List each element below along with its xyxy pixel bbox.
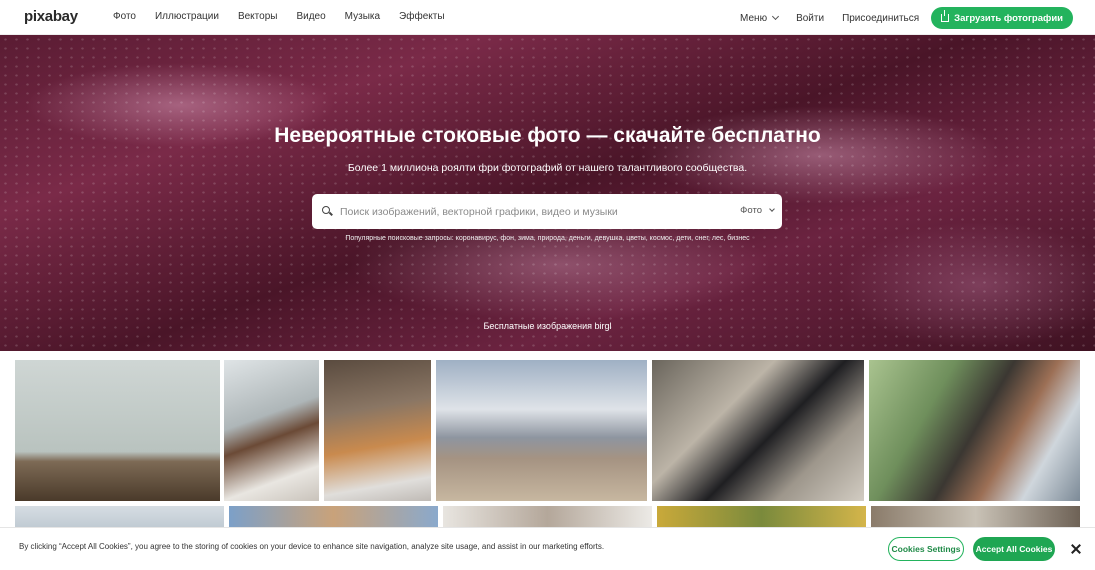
hero-title: Невероятные стоковые фото — скачайте бес…	[274, 124, 821, 147]
hero-subtitle: Более 1 миллиона роялти фри фотографий о…	[347, 162, 748, 174]
nav-video[interactable]: Видео	[296, 11, 325, 22]
search-bar: Фото	[312, 194, 782, 229]
hero-banner: Невероятные стоковые фото — скачайте бес…	[0, 35, 1095, 351]
nav-illustrations[interactable]: Иллюстрации	[155, 11, 219, 22]
account-nav: Меню Войти Присоединиться Загрузить фото…	[722, 7, 1073, 29]
image-credit[interactable]: Бесплатные изображения birgl	[0, 321, 1095, 331]
main-nav: Фото Иллюстрации Векторы Видео Музыка Эф…	[113, 11, 464, 22]
gallery-image-house[interactable]	[436, 360, 647, 501]
upload-icon	[941, 10, 950, 22]
cookies-settings-button[interactable]: Cookies Settings	[888, 537, 964, 561]
gallery-image-couple[interactable]	[869, 360, 1080, 501]
chevron-down-icon	[772, 12, 780, 21]
upload-label: Загрузить фотографии	[954, 12, 1063, 24]
search-type-label: Фото	[740, 205, 762, 216]
search-input[interactable]	[340, 203, 720, 221]
gallery-image-cat[interactable]	[324, 360, 431, 501]
login-link[interactable]: Войти	[796, 13, 824, 24]
gallery-image-snake[interactable]	[652, 360, 864, 501]
search-type-dropdown[interactable]: Фото	[740, 205, 775, 216]
nav-photos[interactable]: Фото	[113, 11, 136, 22]
popular-searches[interactable]: Популярные поисковые запросы: коронавиру…	[0, 235, 1095, 242]
gallery-image-woman-sweater[interactable]	[224, 360, 319, 501]
cookie-banner: By clicking “Accept All Cookies”, you ag…	[0, 527, 1095, 570]
join-link[interactable]: Присоединиться	[842, 13, 919, 24]
nav-music[interactable]: Музыка	[345, 11, 380, 22]
nav-vectors[interactable]: Векторы	[238, 11, 278, 22]
cookie-text: By clicking “Accept All Cookies”, you ag…	[19, 542, 605, 551]
top-navigation-bar: pixabay Фото Иллюстрации Векторы Видео М…	[0, 0, 1095, 35]
accept-all-cookies-button[interactable]: Accept All Cookies	[973, 537, 1055, 561]
upload-button[interactable]: Загрузить фотографии	[931, 7, 1073, 29]
gallery-image-bird[interactable]	[15, 360, 220, 501]
chevron-down-icon	[769, 206, 775, 212]
nav-effects[interactable]: Эффекты	[399, 11, 444, 22]
menu-label: Меню	[740, 12, 768, 24]
close-icon[interactable]	[1069, 542, 1083, 556]
menu-button[interactable]: Меню	[740, 12, 780, 24]
search-icon[interactable]	[322, 206, 330, 214]
pixabay-logo[interactable]: pixabay	[24, 8, 78, 25]
